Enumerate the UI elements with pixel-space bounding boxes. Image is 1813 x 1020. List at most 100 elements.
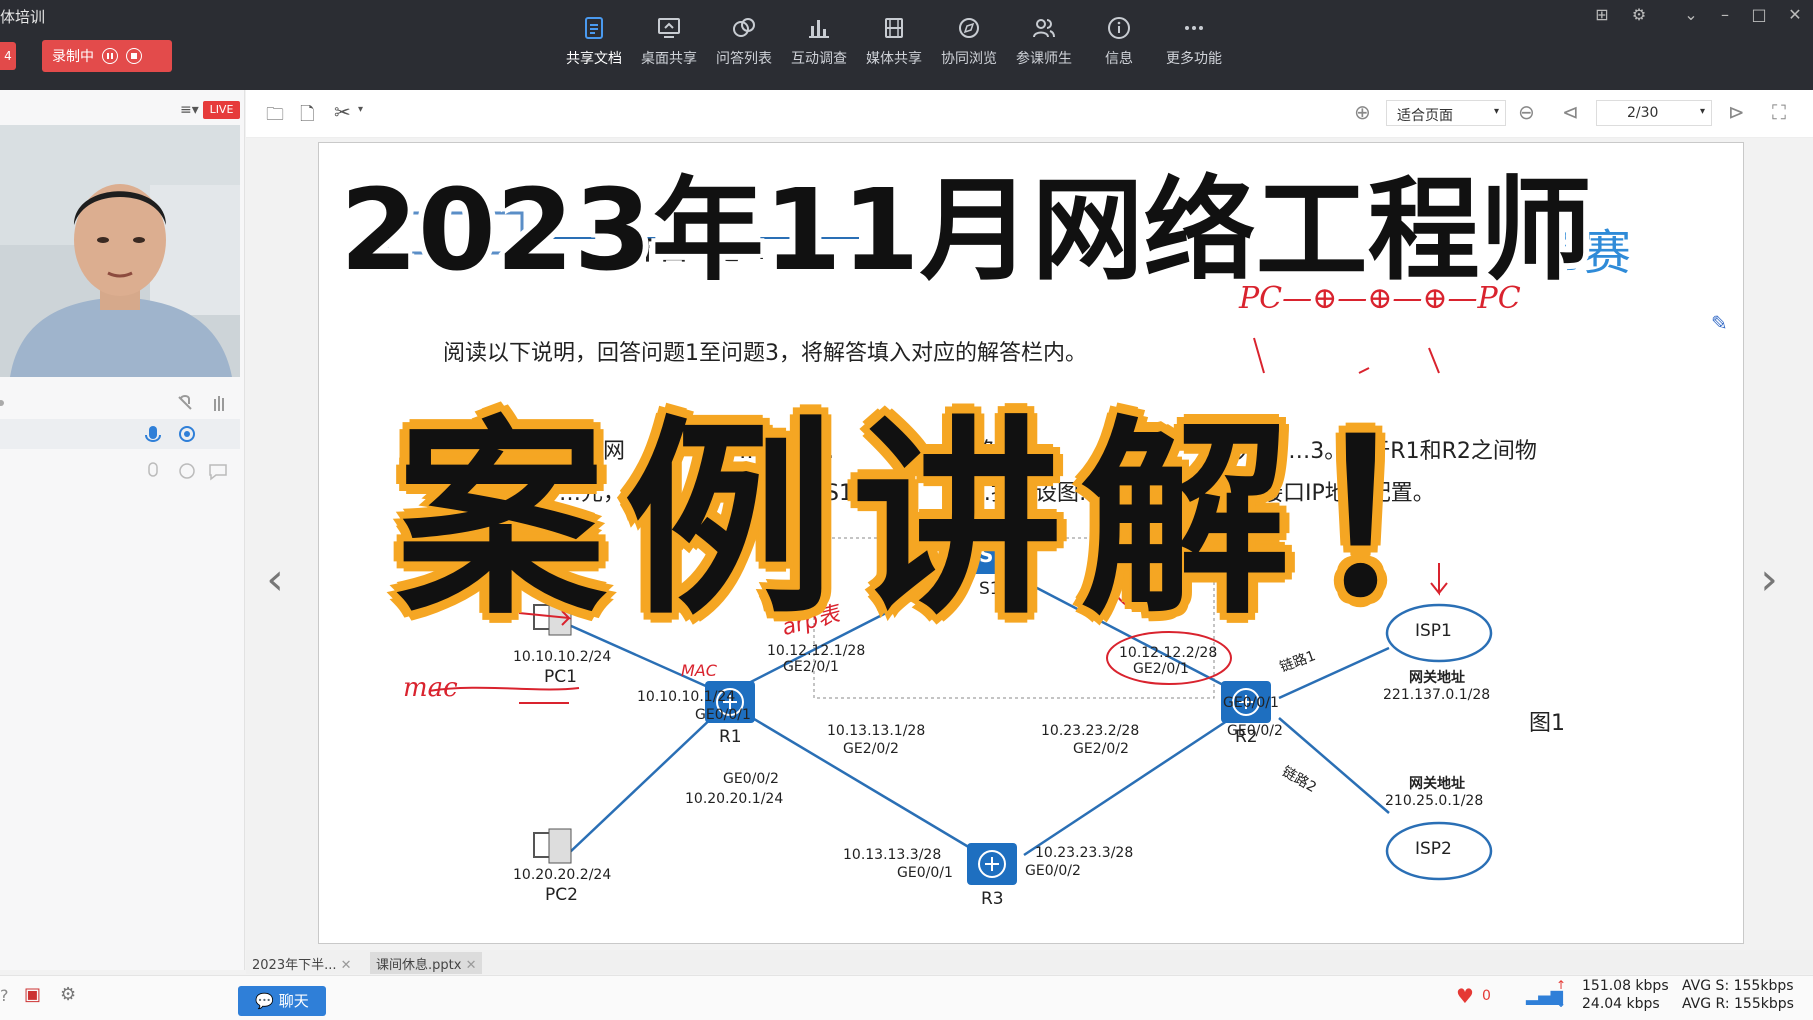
avg-send: AVG S: 155kbps xyxy=(1682,978,1794,994)
tool-label: 参课师生 xyxy=(1016,51,1072,67)
r2-s1-if: GE2/0/1 xyxy=(1133,661,1189,677)
r1-pc2-if: GE0/0/2 xyxy=(723,771,779,787)
r1-r3-if: GE2/0/2 xyxy=(843,741,899,757)
page-select[interactable]: 2/30 ▾ xyxy=(1596,100,1712,126)
r1-pc2-ip: 10.20.20.1/24 xyxy=(685,791,784,807)
chat-bubble-icon xyxy=(209,464,227,481)
slide-prev-arrow[interactable]: ‹ xyxy=(252,510,298,650)
tool-label: 信息 xyxy=(1105,51,1133,67)
qa-icon xyxy=(733,18,755,37)
recording-button[interactable]: 录制中 xyxy=(42,40,172,72)
more-icon xyxy=(1185,26,1203,30)
r1-pc1-if: GE0/0/1 xyxy=(695,707,751,723)
chevron-down-icon[interactable]: ⌄ xyxy=(1682,6,1700,24)
tab-label: 2023年下半... xyxy=(252,958,337,973)
tool-survey[interactable]: 互动调查 xyxy=(783,12,855,78)
upload-arrow-icon: ↑ xyxy=(1556,978,1567,992)
document-toolbar: 🗀 🗋 ✂ ▾ ⊕ 适合页面 ▾ ⊖ ⊲ 2/30 ▾ ⊳ ⛶ xyxy=(246,90,1813,138)
zoom-select[interactable]: 适合页面 ▾ xyxy=(1386,100,1506,126)
slide-next-arrow[interactable]: › xyxy=(1746,510,1792,650)
info-icon xyxy=(1108,17,1130,39)
pen-icon[interactable]: ✎ xyxy=(1711,311,1728,335)
tab-label: 课间休息.pptx xyxy=(376,958,462,973)
scissors-icon[interactable]: ✂ xyxy=(334,100,351,124)
chat-bubble-icon: 💬 xyxy=(255,992,274,1010)
tool-co-browse[interactable]: 协同浏览 xyxy=(933,12,1005,78)
r2-r3-ip: 10.23.23.2/28 xyxy=(1041,723,1140,739)
tool-desktop-share[interactable]: 桌面共享 xyxy=(633,12,705,78)
figure-label: 图1 xyxy=(1529,711,1565,736)
tool-media-share[interactable]: 媒体共享 xyxy=(858,12,930,78)
r3-name: R3 xyxy=(981,889,1004,909)
zoom-in-icon[interactable]: ⊕ xyxy=(1354,100,1371,124)
tool-label: 问答列表 xyxy=(716,51,772,67)
upload-rate: 151.08 kbps xyxy=(1582,978,1669,994)
settings-icon[interactable]: ⚙ xyxy=(1630,6,1648,24)
tool-label: 桌面共享 xyxy=(641,51,697,67)
download-rate: 24.04 kbps xyxy=(1582,996,1660,1012)
avg-receive: AVG R: 155kbps xyxy=(1682,996,1794,1012)
pc1-name: PC1 xyxy=(544,667,577,687)
file-icon[interactable]: 🗋 xyxy=(300,102,314,132)
tool-label: 互动调查 xyxy=(791,51,847,67)
r1-r3-ip: 10.13.13.1/28 xyxy=(827,723,926,739)
prev-page-icon[interactable]: ⊲ xyxy=(1562,100,1579,124)
layout-icon[interactable]: ⊞ xyxy=(1593,6,1611,24)
open-folder-icon[interactable]: 🗀 xyxy=(266,102,284,132)
people-icon xyxy=(1033,19,1055,38)
chat-button[interactable]: 💬 聊天 xyxy=(238,986,326,1016)
tool-more[interactable]: 更多功能 xyxy=(1158,12,1230,78)
tool-participants[interactable]: 参课师生 xyxy=(1008,12,1080,78)
isp2-name: ISP2 xyxy=(1415,839,1452,859)
annotation-mac-upper: MAC xyxy=(681,661,717,680)
tool-label: 共享文档 xyxy=(566,51,622,67)
pc2-name: PC2 xyxy=(545,885,578,905)
pause-icon[interactable] xyxy=(102,48,118,64)
stop-icon[interactable] xyxy=(126,48,142,64)
minimize-icon[interactable]: – xyxy=(1716,6,1734,24)
tool-label: 更多功能 xyxy=(1166,51,1222,67)
isp1-gw-label: 网关地址 xyxy=(1409,670,1465,686)
overlay-subtitle: 案例讲解！ xyxy=(396,398,1537,643)
r3-router-icon xyxy=(967,843,1017,885)
tab-document[interactable]: 2023年下半... ✕ xyxy=(246,952,358,974)
r3-r2-if: GE0/0/2 xyxy=(1025,863,1081,879)
settings-gear-icon[interactable]: ⚙ xyxy=(60,984,76,1005)
maximize-icon[interactable]: □ xyxy=(1750,6,1768,24)
tab-break-pptx[interactable]: 课间休息.pptx ✕ xyxy=(370,952,483,974)
list-menu-icon[interactable]: ≡▾ xyxy=(180,102,199,118)
tool-shared-document[interactable]: 共享文档 xyxy=(558,12,630,78)
tool-qa-list[interactable]: 问答列表 xyxy=(708,12,780,78)
live-badge: LIVE xyxy=(203,101,240,119)
isp2-gw: 210.25.0.1/28 xyxy=(1385,793,1484,809)
r1-pc1-ip: 10.10.10.1/24 xyxy=(637,689,736,705)
screen-share-icon xyxy=(658,18,680,38)
r3-r1-ip: 10.13.13.3/28 xyxy=(843,847,942,863)
fullscreen-icon[interactable]: ⛶ xyxy=(1772,100,1786,124)
annotation-mac: mac xyxy=(403,673,458,703)
r3-r1-if: GE0/0/1 xyxy=(897,865,953,881)
heart-icon[interactable]: ♥ xyxy=(1456,984,1474,1008)
close-icon[interactable]: ✕ xyxy=(1786,6,1804,24)
next-page-icon[interactable]: ⊳ xyxy=(1728,100,1745,124)
document-icon xyxy=(585,17,603,39)
download-arrow-icon: ↓ xyxy=(1556,996,1567,1010)
recording-label: 录制中 xyxy=(52,49,94,65)
help-icon[interactable]: ? xyxy=(0,986,9,1005)
likes-count: 0 xyxy=(1482,988,1491,1004)
tab-close-icon[interactable]: ✕ xyxy=(466,958,477,973)
left-badge[interactable]: 4 xyxy=(0,42,16,70)
hand-icon xyxy=(214,396,224,411)
zoom-out-icon[interactable]: ⊖ xyxy=(1518,100,1535,124)
camera-off-icon xyxy=(179,463,195,479)
mic-off-icon xyxy=(148,462,158,477)
tool-info[interactable]: 信息 xyxy=(1083,12,1155,78)
r1-s1-if: GE2/0/1 xyxy=(783,659,839,675)
tab-close-icon[interactable]: ✕ xyxy=(341,958,352,973)
r2-isp1-if: GE0/0/1 xyxy=(1223,695,1279,711)
record-icon[interactable]: ▣ xyxy=(24,984,41,1005)
compass-icon xyxy=(959,18,979,38)
page-select-value: 2/30 xyxy=(1627,105,1659,121)
pc2-ip: 10.20.20.2/24 xyxy=(513,867,612,883)
dropdown-arrow-icon[interactable]: ▾ xyxy=(358,104,363,115)
